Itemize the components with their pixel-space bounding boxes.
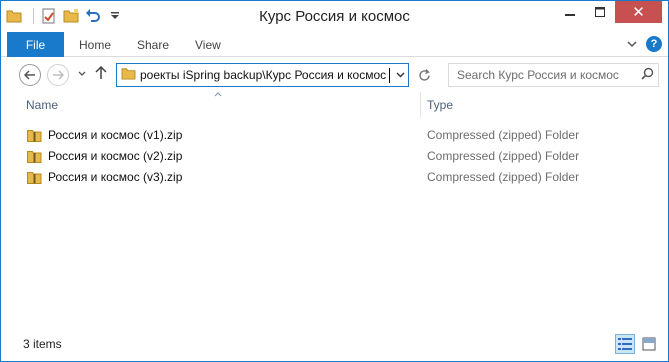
ribbon-right-controls: ? [624,36,662,52]
search-input[interactable] [457,68,636,82]
close-icon: ✕ [632,4,645,21]
back-button[interactable] [19,64,41,86]
search-box[interactable] [448,63,659,87]
file-row[interactable]: Россия и космос (v1).zip Compressed (zip… [1,125,668,146]
recent-locations-icon[interactable] [78,69,86,79]
minimize-icon [565,14,575,16]
file-name-cell: Россия и космос (v1).zip [27,128,182,142]
file-name-cell: Россия и космос (v2).zip [27,149,182,163]
file-type: Compressed (zipped) Folder [427,149,580,163]
zip-folder-icon [27,129,42,142]
back-arrow-icon [24,70,35,80]
tab-share[interactable]: Share [137,32,169,57]
file-type: Compressed (zipped) Folder [427,128,580,142]
file-name-cell: Россия и космос (v3).zip [27,170,182,184]
address-path[interactable]: роекты iSpring backup\Курс Россия и косм… [140,68,389,82]
explorer-window: Курс Россия и космос ✕ File Home Share V… [0,0,669,362]
file-name: Россия и космос (v2).zip [48,149,183,163]
tab-home[interactable]: Home [79,32,111,57]
file-name: Россия и космос (v3).zip [48,170,183,184]
sort-ascending-icon [214,90,222,99]
item-count: 3 items [23,337,62,351]
navigation-bar: роекты iSpring backup\Курс Россия и косм… [1,58,668,92]
column-divider[interactable] [420,92,421,118]
zip-folder-icon [27,171,42,184]
forward-arrow-icon [53,70,64,80]
folder-icon [121,67,136,83]
maximize-button[interactable] [585,1,615,23]
up-arrow-icon[interactable] [95,65,107,84]
file-list: Name Type Россия и космос (v1).zip Compr… [1,92,668,328]
close-button[interactable]: ✕ [615,1,662,23]
file-type: Compressed (zipped) Folder [427,170,580,184]
address-bar[interactable]: роекты iSpring backup\Курс Россия и косм… [116,63,409,87]
details-view-button[interactable] [615,334,635,354]
expand-ribbon-icon[interactable] [624,36,640,52]
ribbon-tabs: File Home Share View ? [1,32,668,57]
large-icons-view-icon [642,337,656,351]
maximize-icon [595,7,605,17]
file-row[interactable]: Россия и космос (v3).zip Compressed (zip… [1,167,668,188]
refresh-icon [418,68,430,81]
forward-button[interactable] [47,64,69,86]
minimize-button[interactable] [555,1,585,23]
file-name: Россия и космос (v1).zip [48,128,183,142]
tab-view[interactable]: View [195,32,221,57]
search-icon[interactable] [636,67,658,83]
column-header-type[interactable]: Type [427,92,453,118]
column-header-name[interactable]: Name [26,92,58,118]
large-icons-view-button[interactable] [639,334,659,354]
address-dropdown-icon[interactable] [392,69,408,81]
status-bar: 3 items [1,331,668,361]
tab-file[interactable]: File [7,32,64,57]
zip-folder-icon [27,150,42,163]
file-row[interactable]: Россия и космос (v2).zip Compressed (zip… [1,146,668,167]
refresh-button[interactable] [413,64,435,86]
help-icon[interactable]: ? [646,36,662,52]
title-bar: Курс Россия и космос ✕ [1,1,668,32]
details-view-icon [618,338,632,350]
window-controls: ✕ [555,1,662,23]
text-cursor [389,67,390,83]
